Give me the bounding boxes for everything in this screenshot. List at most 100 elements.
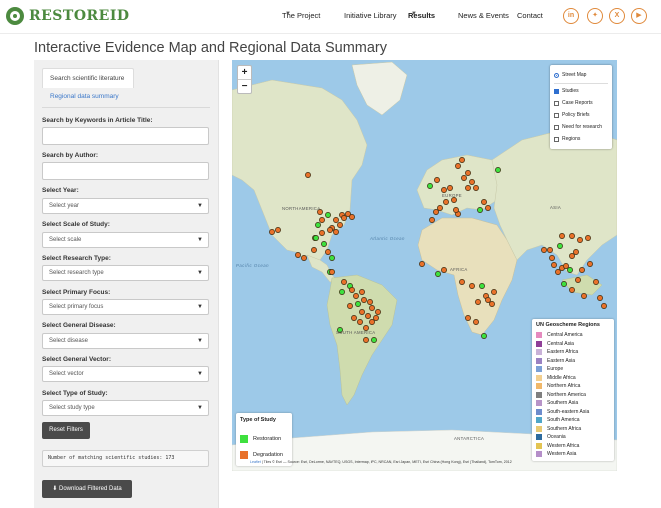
overlay-need-for-research[interactable]: Need for research [554, 124, 602, 130]
restoration-study-marker[interactable] [557, 243, 563, 249]
degradation-study-marker[interactable] [455, 163, 461, 169]
degradation-study-marker[interactable] [547, 247, 553, 253]
zoom-in-button[interactable]: + [238, 66, 251, 80]
degradation-study-marker[interactable] [569, 253, 575, 259]
linkedin-icon[interactable]: in [563, 8, 579, 24]
degradation-study-marker[interactable] [311, 247, 317, 253]
degradation-study-marker[interactable] [325, 249, 331, 255]
nav-item-initiative-library[interactable]: Initiative Library [344, 11, 397, 20]
degradation-study-marker[interactable] [485, 297, 491, 303]
degradation-study-marker[interactable] [437, 205, 443, 211]
restoration-study-marker[interactable] [339, 289, 345, 295]
degradation-study-marker[interactable] [361, 297, 367, 303]
degradation-study-marker[interactable] [489, 301, 495, 307]
degradation-study-marker[interactable] [541, 247, 547, 253]
degradation-study-marker[interactable] [575, 277, 581, 283]
degradation-study-marker[interactable] [453, 207, 459, 213]
degradation-study-marker[interactable] [465, 170, 471, 176]
degradation-study-marker[interactable] [434, 177, 440, 183]
degradation-study-marker[interactable] [373, 315, 379, 321]
degradation-study-marker[interactable] [319, 217, 325, 223]
restoration-study-marker[interactable] [315, 222, 321, 228]
degradation-study-marker[interactable] [363, 337, 369, 343]
degradation-study-marker[interactable] [269, 229, 275, 235]
year-select[interactable]: Select year ▼ [42, 198, 209, 214]
keywords-input[interactable] [42, 127, 209, 145]
degradation-study-marker[interactable] [341, 279, 347, 285]
degradation-study-marker[interactable] [559, 233, 565, 239]
restoration-study-marker[interactable] [479, 283, 485, 289]
degradation-study-marker[interactable] [341, 215, 347, 221]
evidence-map[interactable]: NORTHAMERICA SOUTH AMERICA EUROPE AFRICA… [232, 60, 617, 471]
degradation-study-marker[interactable] [443, 199, 449, 205]
degradation-study-marker[interactable] [327, 227, 333, 233]
degradation-study-marker[interactable] [473, 319, 479, 325]
degradation-study-marker[interactable] [301, 255, 307, 261]
degradation-study-marker[interactable] [357, 319, 363, 325]
degradation-study-marker[interactable] [481, 199, 487, 205]
tab-search-literature[interactable]: Search scientific literature [42, 68, 134, 88]
download-button[interactable]: ⬇ Download Filtered Data [42, 480, 132, 498]
degradation-study-marker[interactable] [333, 229, 339, 235]
x-twitter-icon[interactable]: X [609, 8, 625, 24]
restoration-study-marker[interactable] [321, 241, 327, 247]
degradation-study-marker[interactable] [491, 289, 497, 295]
restoration-study-marker[interactable] [371, 337, 377, 343]
degradation-study-marker[interactable] [441, 267, 447, 273]
degradation-study-marker[interactable] [319, 230, 325, 236]
degradation-study-marker[interactable] [275, 227, 281, 233]
degradation-study-marker[interactable] [347, 303, 353, 309]
degradation-study-marker[interactable] [433, 209, 439, 215]
restoration-study-marker[interactable] [477, 207, 483, 213]
author-input[interactable] [42, 162, 209, 180]
youtube-icon[interactable]: ▶ [631, 8, 647, 24]
degradation-study-marker[interactable] [465, 315, 471, 321]
degradation-study-marker[interactable] [359, 309, 365, 315]
reset-filters-button[interactable]: Reset Filters [42, 422, 90, 439]
degradation-study-marker[interactable] [419, 261, 425, 267]
research-type-select[interactable]: Select research type ▼ [42, 265, 209, 281]
degradation-study-marker[interactable] [593, 279, 599, 285]
base-layer-street-map[interactable]: Street Map [554, 72, 586, 78]
degradation-study-marker[interactable] [469, 179, 475, 185]
degradation-study-marker[interactable] [569, 233, 575, 239]
degradation-study-marker[interactable] [579, 267, 585, 273]
degradation-study-marker[interactable] [447, 185, 453, 191]
degradation-study-marker[interactable] [451, 197, 457, 203]
tab-regional-summary[interactable]: Regional data summary [50, 93, 119, 100]
restoration-study-marker[interactable] [325, 212, 331, 218]
degradation-study-marker[interactable] [597, 295, 603, 301]
nav-item-news-events[interactable]: News & Events [458, 11, 509, 20]
disease-select[interactable]: Select disease ▼ [42, 333, 209, 349]
degradation-study-marker[interactable] [295, 252, 301, 258]
degradation-study-marker[interactable] [469, 283, 475, 289]
scale-select[interactable]: Select scale ▼ [42, 232, 209, 248]
overlay-case-reports[interactable]: Case Reports [554, 100, 593, 106]
degradation-study-marker[interactable] [429, 217, 435, 223]
restoration-study-marker[interactable] [567, 267, 573, 273]
degradation-study-marker[interactable] [465, 185, 471, 191]
degradation-study-marker[interactable] [587, 261, 593, 267]
degradation-study-marker[interactable] [369, 305, 375, 311]
degradation-study-marker[interactable] [473, 185, 479, 191]
degradation-study-marker[interactable] [441, 187, 447, 193]
degradation-study-marker[interactable] [333, 217, 339, 223]
vector-select[interactable]: Select vector ▼ [42, 366, 209, 382]
degradation-study-marker[interactable] [337, 222, 343, 228]
overlay-regions[interactable]: Regions [554, 136, 580, 142]
degradation-study-marker[interactable] [551, 262, 557, 268]
nav-item-contact[interactable]: Contact [517, 11, 543, 20]
degradation-study-marker[interactable] [365, 313, 371, 319]
degradation-study-marker[interactable] [573, 249, 579, 255]
degradation-study-marker[interactable] [569, 287, 575, 293]
degradation-study-marker[interactable] [305, 172, 311, 178]
degradation-study-marker[interactable] [475, 299, 481, 305]
degradation-study-marker[interactable] [555, 269, 561, 275]
restoration-study-marker[interactable] [355, 301, 361, 307]
restoration-study-marker[interactable] [481, 333, 487, 339]
degradation-study-marker[interactable] [581, 293, 587, 299]
bluesky-icon[interactable]: ✦ [587, 8, 603, 24]
degradation-study-marker[interactable] [585, 235, 591, 241]
degradation-study-marker[interactable] [485, 205, 491, 211]
site-logo[interactable]: RESTOREID [6, 7, 130, 25]
